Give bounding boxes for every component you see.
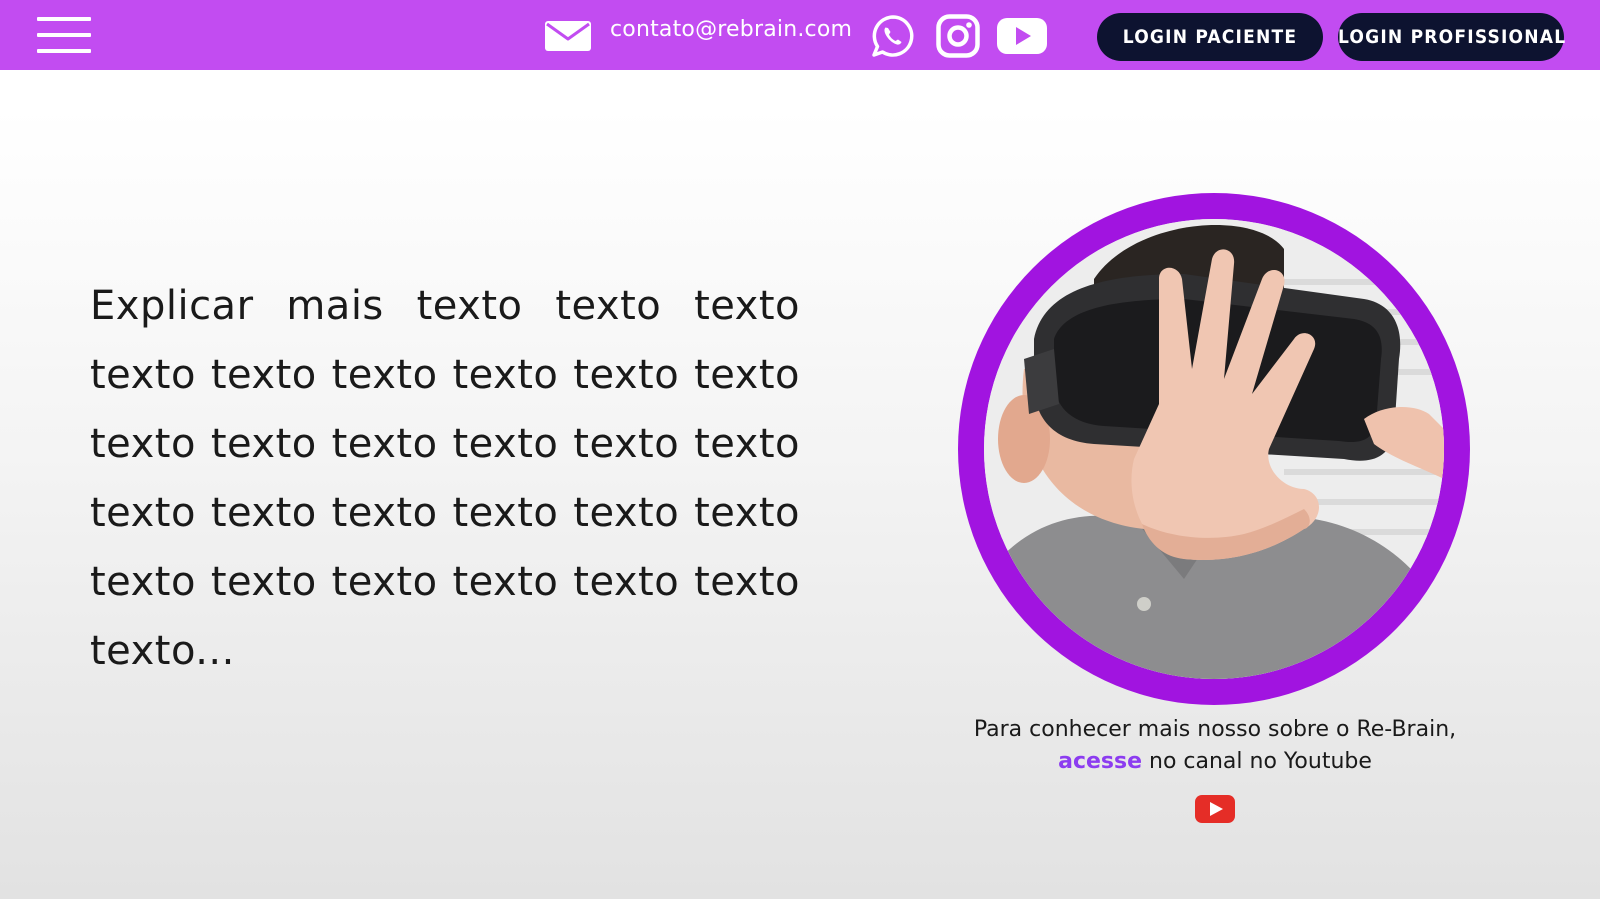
contact-email-link[interactable]: contato@rebrain.com bbox=[610, 17, 852, 42]
login-professional-button[interactable]: LOGIN PROFISSIONAL bbox=[1338, 13, 1565, 61]
caption-line-2-text: no canal no Youtube bbox=[1142, 749, 1372, 774]
login-patient-button[interactable]: LOGIN PACIENTE bbox=[1097, 13, 1323, 61]
menu-line bbox=[37, 17, 91, 21]
envelope-icon bbox=[545, 21, 591, 51]
menu-line bbox=[37, 49, 91, 53]
menu-line bbox=[37, 33, 91, 37]
hamburger-menu-icon[interactable] bbox=[37, 15, 91, 55]
top-navigation-bar: contato@rebrain.com LOGIN PACIENTE LOGIN… bbox=[0, 0, 1600, 70]
youtube-icon[interactable] bbox=[996, 14, 1048, 58]
instagram-icon[interactable] bbox=[936, 14, 980, 58]
whatsapp-icon[interactable] bbox=[870, 14, 916, 58]
caption-line-1: Para conhecer mais nosso sobre o Re-Brai… bbox=[973, 717, 1457, 742]
youtube-caption: Para conhecer mais nosso sobre o Re-Brai… bbox=[900, 714, 1530, 778]
access-link[interactable]: acesse bbox=[1058, 749, 1142, 774]
photo-frame bbox=[958, 193, 1470, 705]
child-vr-headset-photo bbox=[984, 219, 1444, 679]
caption-line-2: acesse no canal no Youtube bbox=[900, 746, 1530, 778]
intro-paragraph: Explicar mais texto texto texto texto te… bbox=[90, 283, 800, 674]
youtube-small-icon[interactable] bbox=[1195, 795, 1235, 823]
